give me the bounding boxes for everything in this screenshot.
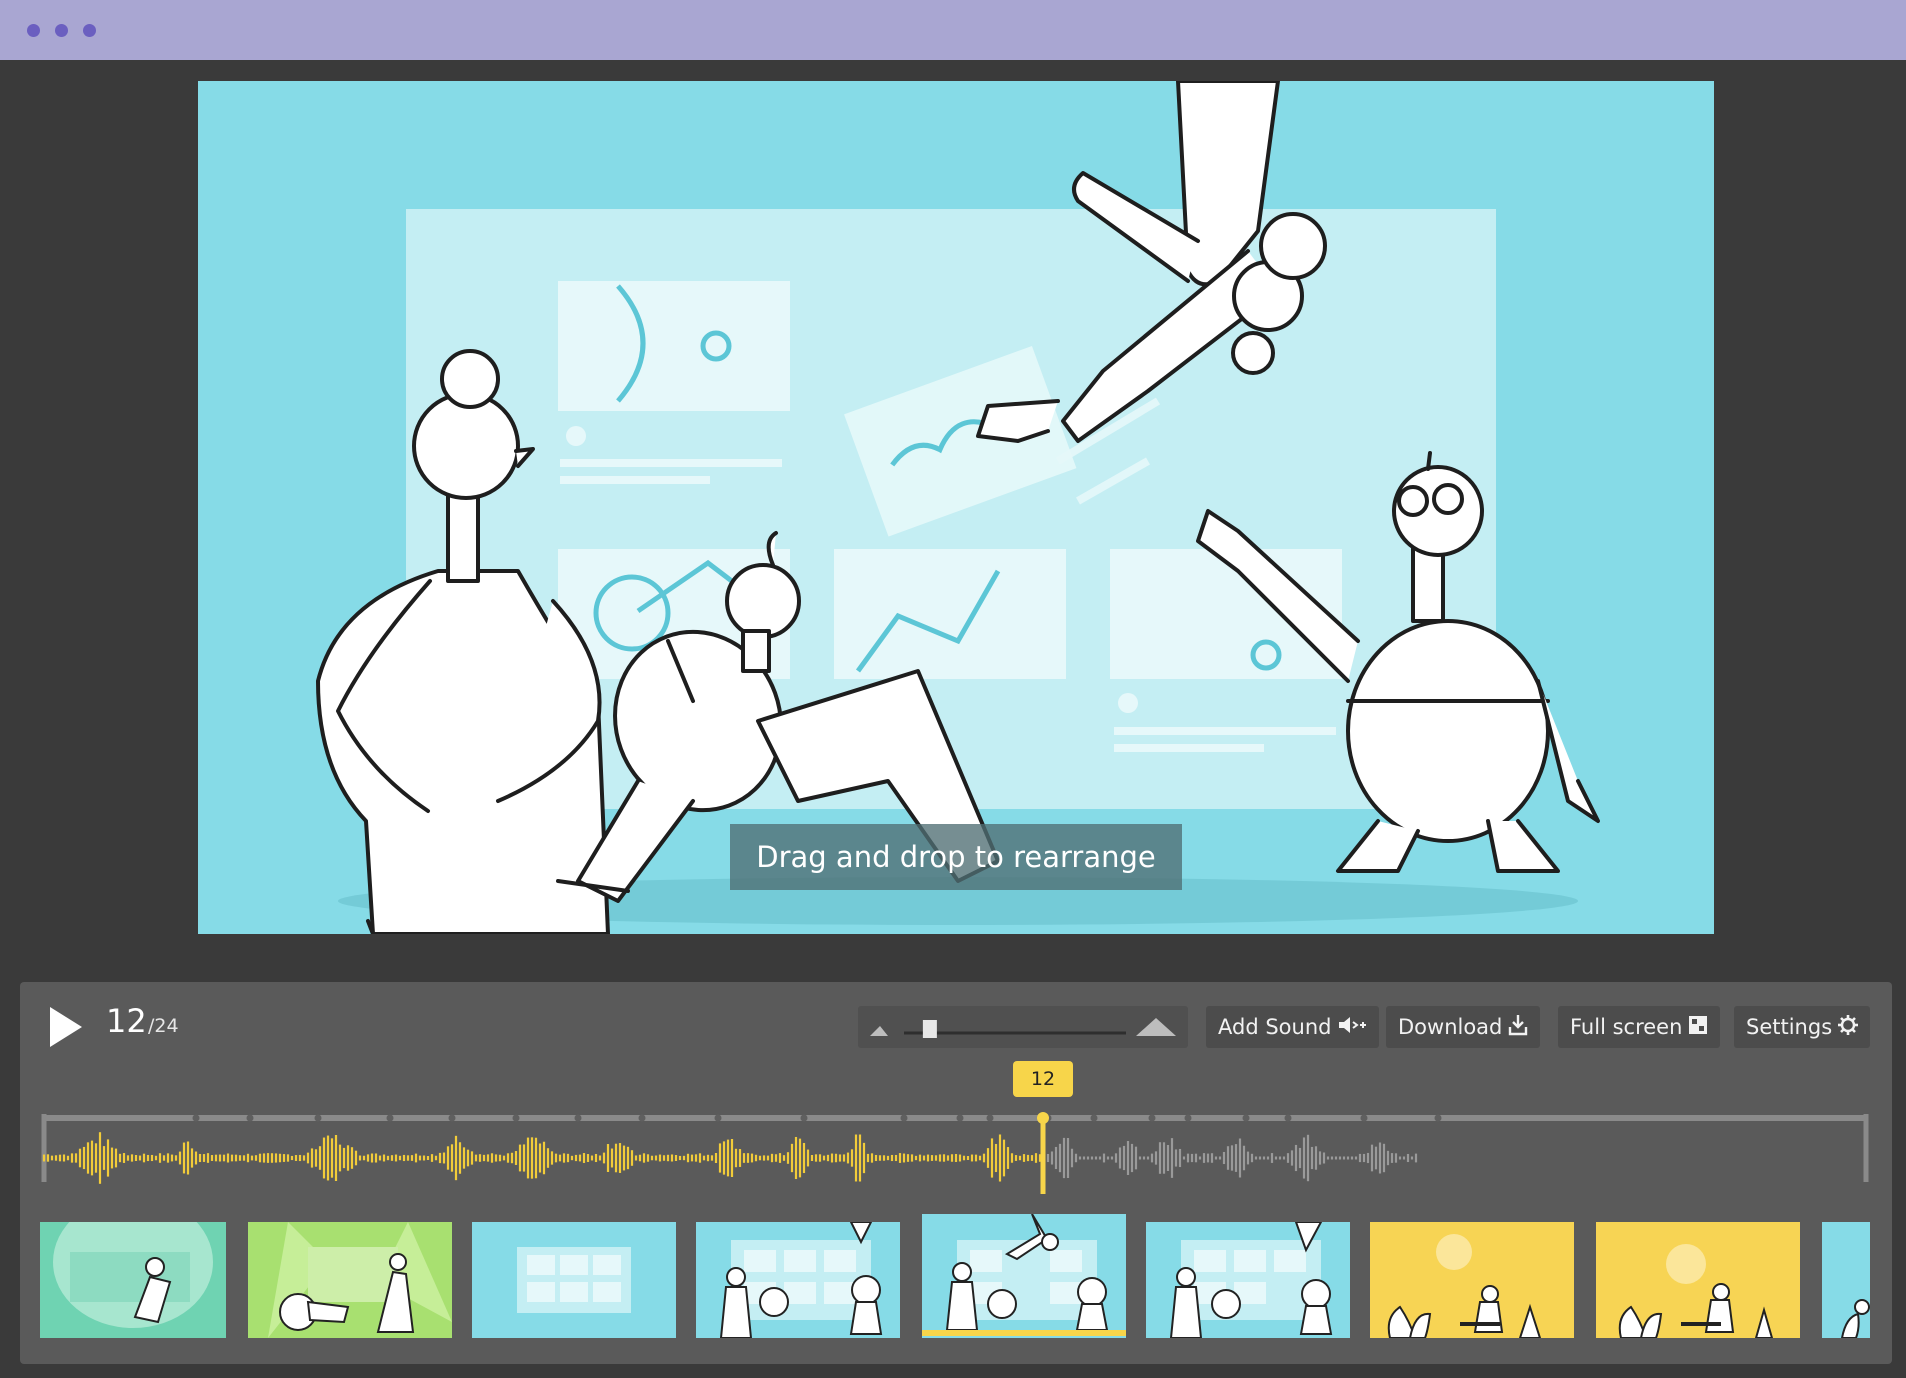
thumb-1[interactable]: [40, 1222, 226, 1338]
add-sound-button[interactable]: Add Sound: [1206, 1006, 1380, 1048]
subtitle-caption: Drag and drop to rearrange: [730, 824, 1182, 890]
thumb-7[interactable]: [1370, 1222, 1574, 1338]
volume-slider[interactable]: [858, 1006, 1188, 1048]
fullscreen-grid-icon: [1689, 1016, 1708, 1034]
thumb-3[interactable]: [472, 1222, 676, 1338]
fullscreen-label: Full screen: [1570, 1015, 1683, 1039]
window-dot-close[interactable]: [27, 24, 40, 37]
preview-stage: Drag and drop to rearrange: [198, 81, 1714, 934]
window-titlebar: [0, 0, 1906, 60]
window-dot-minimize[interactable]: [55, 24, 68, 37]
play-icon[interactable]: [46, 1004, 86, 1050]
fullscreen-button[interactable]: Full screen: [1558, 1006, 1721, 1048]
download-label: Download: [1398, 1015, 1503, 1039]
mountain-large-icon: [1136, 1018, 1176, 1036]
total-frames: /24: [148, 1015, 179, 1037]
settings-label: Settings: [1746, 1015, 1833, 1039]
settings-button[interactable]: Settings: [1734, 1006, 1871, 1048]
thumb-6[interactable]: [1146, 1222, 1350, 1338]
speaker-plus-icon: [1339, 1017, 1367, 1033]
download-button[interactable]: Download: [1386, 1006, 1541, 1048]
thumb-5[interactable]: [922, 1214, 1126, 1338]
thumb-2[interactable]: [248, 1222, 452, 1338]
mountain-small-icon: [870, 1026, 888, 1036]
gear-icon: [1838, 1015, 1859, 1035]
current-frame: 12: [106, 1002, 147, 1040]
volume-handle: [922, 1020, 937, 1038]
playhead-knob: [1037, 1112, 1049, 1124]
download-icon: [1509, 1015, 1528, 1036]
scene-illustration: [316, 81, 1600, 934]
thumb-4[interactable]: [696, 1222, 900, 1338]
timeline-waveform[interactable]: [38, 1100, 1872, 1196]
add-sound-label: Add Sound: [1218, 1015, 1332, 1039]
thumb-8[interactable]: [1596, 1222, 1800, 1338]
thumb-9[interactable]: [1822, 1222, 1870, 1338]
window-dot-maximize[interactable]: [83, 24, 96, 37]
playhead-frame-label[interactable]: 12: [1013, 1061, 1073, 1097]
